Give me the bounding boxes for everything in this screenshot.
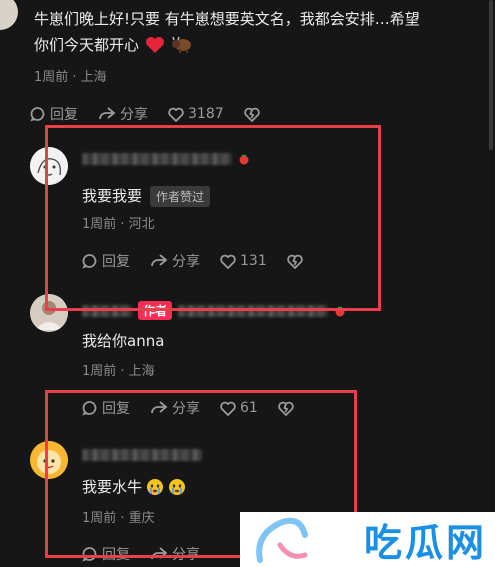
like-button[interactable]: 3187 <box>168 106 224 122</box>
heart-outline-icon <box>168 107 184 122</box>
broken-heart-icon <box>243 107 260 122</box>
top-comment-meta: 1周前 · 上海 <box>34 70 107 85</box>
top-comment-line1: 牛崽们晚上好!只要 有牛崽想要英文名，我都会安排…希望 <box>34 10 420 28</box>
share-label: 分享 <box>120 107 148 123</box>
scrollbar[interactable] <box>489 0 493 150</box>
reply2-meta: 1周前 · 上海 <box>82 364 155 379</box>
top-comment-actions: 回复 分享 3187 <box>30 104 260 124</box>
highlight-box-reply1 <box>45 125 381 311</box>
site-watermark: 吃瓜网 <box>240 512 495 567</box>
comment-bubble-icon <box>30 107 45 122</box>
heart-icon <box>146 37 165 53</box>
watermark-logo-icon <box>256 517 308 563</box>
reply2-text: 我给你anna <box>82 332 165 350</box>
dislike-button[interactable] <box>243 107 260 122</box>
reply-label: 回复 <box>50 107 78 123</box>
top-comment-text: 牛崽们晚上好!只要 有牛崽想要英文名，我都会安排…希望 你们今天都开心 <box>34 6 489 58</box>
share-arrow-icon <box>99 107 116 120</box>
share-button[interactable]: 分享 <box>98 104 148 124</box>
watermark-text: 吃瓜网 <box>363 521 487 565</box>
reply-button[interactable]: 回复 <box>30 104 78 124</box>
bison-icon <box>172 36 192 53</box>
top-comment-avatar-partial[interactable] <box>0 0 18 30</box>
top-comment-line2: 你们今天都开心 <box>34 36 140 54</box>
like-count: 3187 <box>188 106 224 122</box>
